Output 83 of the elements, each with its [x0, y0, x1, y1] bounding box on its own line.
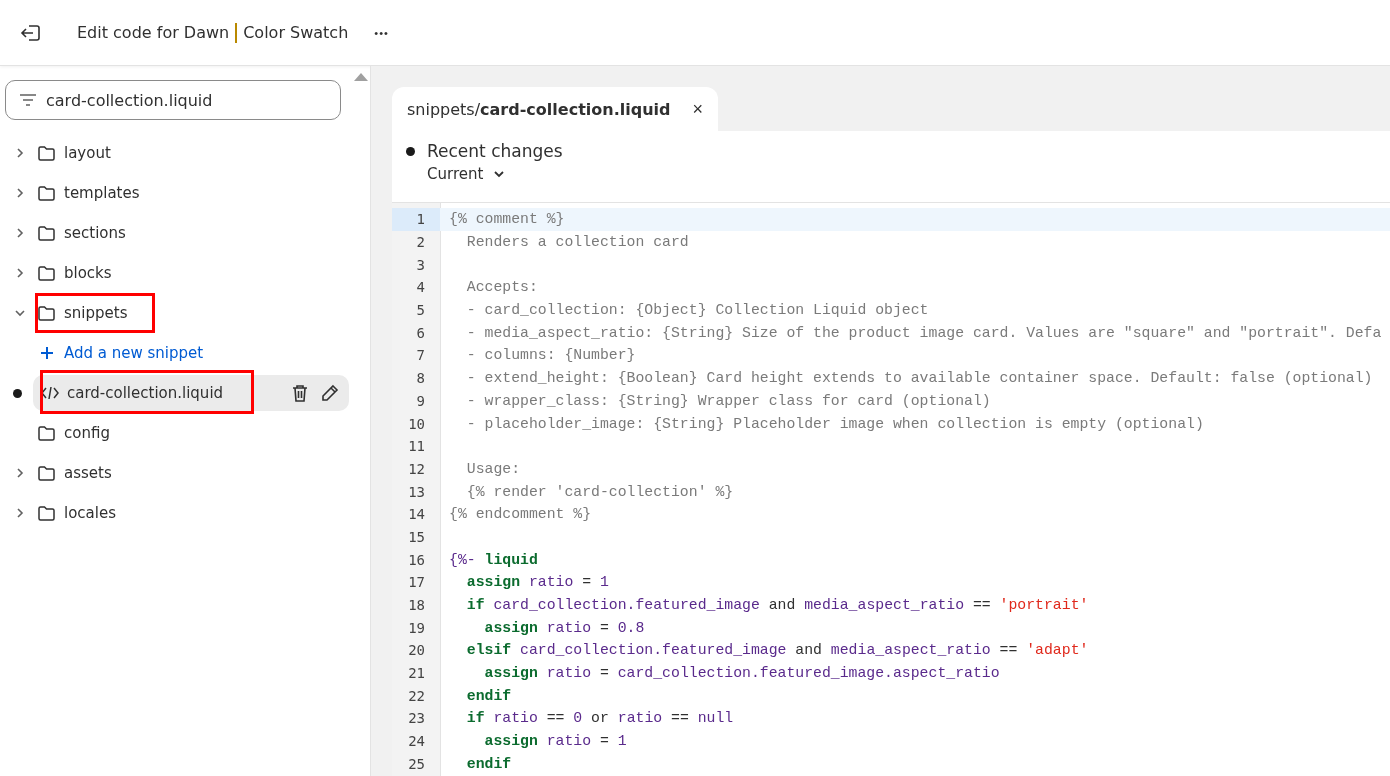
line-number: 8 [415, 370, 426, 387]
folder-label[interactable]: locales [64, 504, 116, 522]
code-line: {% comment %} [449, 211, 565, 228]
code-line: - placeholder_image: {String} Placeholder image when collection is empty (optional) [465, 415, 1204, 432]
folder-icon [37, 504, 56, 522]
delete-button[interactable] [291, 383, 309, 403]
line-number: 13 [407, 483, 426, 500]
line-number: 24 [407, 733, 426, 750]
page-title: Edit code for Dawn [77, 23, 230, 42]
code-line: - media_aspect_ratio: {String} Size of the product image card. Values are "square" and "portrait". Defa [465, 324, 1382, 341]
folder-icon [37, 224, 56, 242]
status-dot [406, 146, 415, 156]
line-number: 16 [407, 551, 426, 568]
code-line: - extend_height: {Boolean} Card height extends to available container space. Default: false (optional) [465, 370, 1373, 387]
code-line: Accepts: [465, 279, 538, 296]
folder-icon [37, 184, 56, 202]
more-button[interactable]: ••• [370, 22, 393, 43]
code-line: endif [465, 755, 512, 772]
add-snippet-link[interactable]: Add a new snippet [40, 344, 204, 362]
line-number: 3 [415, 256, 426, 273]
changes-title: Recent changes [427, 141, 563, 161]
line-number: 1 [415, 211, 426, 228]
line-number: 6 [415, 324, 426, 341]
code-line: assign ratio = 1 [483, 733, 627, 750]
code-line: - wrapper_class: {String} Wrapper class for card (optional) [465, 392, 991, 409]
folder-label[interactable]: sections [64, 224, 126, 242]
line-number: 21 [407, 665, 426, 682]
line-number: 11 [407, 438, 426, 455]
folder-icon [37, 304, 56, 322]
code-line: assign ratio = 1 [465, 574, 609, 591]
edit-button[interactable] [321, 384, 339, 402]
code-icon [41, 385, 59, 401]
code-line: {%- liquid [449, 551, 538, 568]
folder-label[interactable]: assets [64, 464, 112, 482]
code-line: Renders a collection card [465, 234, 689, 251]
exit-button[interactable] [20, 22, 42, 43]
folder-icon [37, 424, 56, 442]
code-line: endif [465, 687, 512, 704]
line-number: 2 [415, 234, 426, 251]
line-number: 4 [415, 279, 426, 296]
code-line: assign ratio = card_collection.featured_image.aspect_ratio [483, 665, 1000, 682]
line-number: 15 [407, 528, 426, 545]
code-line: {% endcomment %} [449, 506, 592, 523]
folder-icon [37, 464, 56, 482]
line-number: 9 [415, 392, 426, 409]
file-item[interactable]: card-collection.liquid [33, 375, 349, 411]
scroll-up-icon[interactable] [354, 72, 368, 81]
code-line: if card_collection.featured_image and media_aspect_ratio == 'portrait' [465, 597, 1089, 614]
line-number: 20 [407, 642, 426, 659]
folder-label[interactable]: config [64, 424, 110, 442]
theme-name: Color Swatch [243, 23, 349, 42]
line-number: 23 [407, 710, 426, 727]
code-line: {% render 'card-collection' %} [465, 483, 734, 500]
close-button[interactable]: × [692, 98, 703, 120]
folder-label[interactable]: templates [64, 184, 140, 202]
line-number: 25 [407, 755, 426, 772]
version-dropdown[interactable]: Current [427, 165, 506, 183]
line-number: 22 [407, 687, 426, 704]
code-line: Usage: [465, 460, 521, 477]
plus-icon [40, 346, 54, 360]
line-number: 7 [415, 347, 426, 364]
folder-label[interactable]: layout [64, 144, 111, 162]
code-line: if ratio == 0 or ratio == null [465, 710, 734, 727]
code-line: - card_collection: {Object} Collection Liquid object [465, 302, 929, 319]
code-line: elsif card_collection.featured_image and media_aspect_ratio == 'adapt' [465, 642, 1089, 659]
chevron-down-icon [493, 170, 506, 178]
file-tab[interactable]: snippets/card-collection.liquid × [392, 87, 718, 131]
line-number: 17 [407, 574, 426, 591]
line-number: 19 [407, 619, 426, 636]
line-number: 18 [407, 597, 426, 614]
folder-icon [37, 144, 56, 162]
folder-label[interactable]: snippets [64, 304, 128, 322]
search-field[interactable]: card-collection.liquid [5, 80, 341, 120]
filter-icon [19, 93, 37, 107]
code-line: - columns: {Number} [465, 347, 636, 364]
line-number: 10 [407, 415, 426, 432]
folder-label[interactable]: blocks [64, 264, 112, 282]
code-editor[interactable] [392, 203, 1390, 776]
code-line: assign ratio = 0.8 [483, 619, 645, 636]
line-number: 12 [407, 460, 426, 477]
line-number: 14 [407, 506, 426, 523]
line-number: 5 [415, 302, 426, 319]
folder-icon [37, 264, 56, 282]
